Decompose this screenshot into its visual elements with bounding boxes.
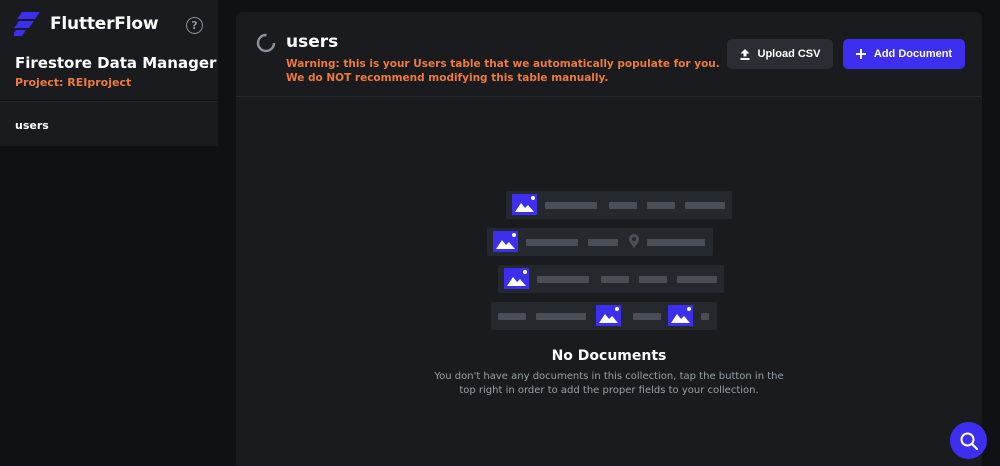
placeholder-bar: [677, 276, 717, 283]
image-icon: [512, 194, 537, 215]
placeholder-bar: [647, 239, 705, 246]
add-document-label: Add Document: [873, 48, 953, 60]
placeholder-bar: [536, 313, 586, 320]
add-document-button[interactable]: Add Document: [843, 39, 965, 69]
placeholder-bar: [639, 276, 667, 283]
placeholder-bar: [526, 239, 578, 246]
image-icon: [493, 231, 518, 252]
image-icon: [596, 305, 621, 326]
location-pin-icon: [629, 234, 639, 248]
collection-title: users: [286, 32, 339, 52]
placeholder-bar: [545, 202, 597, 209]
flutterflow-logo-icon: [14, 12, 40, 36]
illustration-row: [506, 191, 732, 219]
image-icon: [504, 268, 529, 289]
illustration-row: [487, 228, 713, 256]
search-fab[interactable]: [950, 422, 987, 459]
placeholder-bar: [498, 313, 526, 320]
help-icon[interactable]: ?: [186, 17, 203, 34]
project-name: Project: REIproject: [15, 76, 132, 89]
sidebar: FlutterFlow ? Firestore Data Manager Pro…: [0, 0, 218, 466]
upload-icon: [740, 48, 750, 60]
brand[interactable]: FlutterFlow: [14, 12, 159, 36]
upload-csv-label: Upload CSV: [757, 48, 821, 60]
illustration-row: [491, 302, 717, 330]
placeholder-bar: [685, 202, 725, 209]
placeholder-bar: [633, 313, 661, 320]
spinner-icon: [256, 33, 276, 53]
placeholder-bar: [701, 313, 709, 320]
sidebar-header: FlutterFlow ? Firestore Data Manager Pro…: [0, 0, 218, 100]
upload-csv-button[interactable]: Upload CSV: [727, 39, 833, 69]
placeholder-bar: [588, 239, 618, 246]
brand-name: FlutterFlow: [50, 14, 159, 34]
collection-header: users Warning: this is your Users table …: [236, 12, 982, 97]
placeholder-bar: [601, 276, 629, 283]
warning-message: Warning: this is your Users table that w…: [286, 58, 720, 84]
empty-state-title: No Documents: [551, 348, 667, 364]
empty-state-description: You don't have any documents in this col…: [434, 371, 784, 396]
sidebar-title: Firestore Data Manager: [15, 54, 217, 72]
placeholder-bar: [647, 202, 675, 209]
image-icon: [668, 305, 693, 326]
plus-icon: [855, 49, 866, 59]
placeholder-bar: [609, 202, 637, 209]
search-icon: [960, 432, 978, 450]
illustration-row: [498, 265, 724, 293]
sidebar-item-users[interactable]: users: [0, 101, 218, 146]
placeholder-bar: [537, 276, 589, 283]
collection-panel: users Warning: this is your Users table …: [236, 12, 982, 466]
